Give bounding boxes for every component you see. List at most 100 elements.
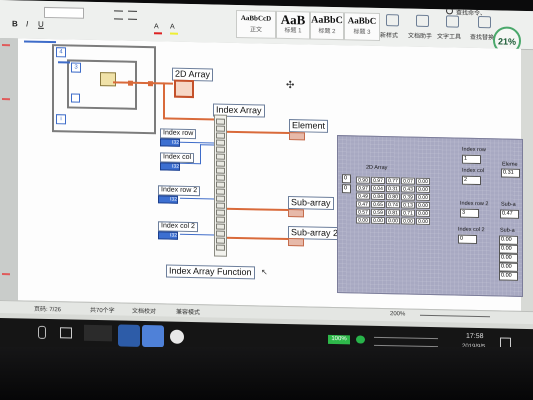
inner-loop-iteration — [71, 93, 80, 103]
fp-subarray-2-cell: 0.00 — [499, 253, 518, 263]
array-cell[interactable]: 0.80 — [386, 193, 400, 201]
microphone-icon[interactable] — [38, 325, 46, 339]
fp-2d-array-label: 2D Array — [366, 164, 388, 172]
fp-index-row-value[interactable]: 1 — [462, 154, 481, 165]
fp-index-row-2-value[interactable]: 3 — [460, 208, 479, 219]
index-col-2-control[interactable]: I32 — [158, 231, 178, 240]
index-array-slot — [216, 153, 225, 160]
array-cell[interactable]: 0.00 — [416, 201, 430, 210]
index-array-slot — [216, 160, 225, 167]
index-array-slot — [216, 202, 225, 209]
proofread-button[interactable]: 文档校对 — [132, 306, 156, 316]
index-array-slot — [216, 167, 225, 174]
fp-row-index[interactable]: 0 — [342, 174, 351, 184]
array-cell[interactable]: 0.00 — [371, 216, 385, 225]
array-cell[interactable]: 0.71 — [401, 209, 415, 217]
fp-array-grid[interactable]: 0.90 0.97 0.77 0.07 0.00 0.97 0.04 0.31 … — [356, 176, 430, 228]
index-array-slot — [216, 209, 225, 216]
array-cell[interactable]: 0.00 — [416, 217, 430, 226]
array-cell[interactable]: 0.47 — [356, 200, 370, 208]
index-array-slot — [216, 216, 225, 223]
index-row-2-control[interactable]: I32 — [158, 195, 178, 204]
page-info[interactable]: 页码: 7/26 — [34, 304, 61, 314]
fp-index-col-2-label: Index col 2 — [458, 226, 485, 234]
array-cell[interactable]: 0.90 — [356, 176, 370, 184]
fp-index-col-2-value[interactable]: 0 — [458, 234, 477, 244]
array-cell[interactable]: 0.77 — [386, 177, 400, 185]
array-cell[interactable]: 0.43 — [401, 185, 415, 193]
array-cell[interactable]: 0.74 — [386, 201, 400, 209]
index-col-label: Index col — [160, 152, 195, 164]
fp-subarray-label: Sub-a — [501, 201, 516, 208]
index-col-wire — [200, 144, 214, 146]
array-cell[interactable]: 0.81 — [386, 209, 400, 217]
sub-array-indicator[interactable] — [288, 209, 304, 218]
index-array-slot — [216, 188, 225, 195]
index-array-slot — [216, 132, 225, 139]
wechat-icon[interactable] — [356, 335, 365, 344]
index-array-slot — [216, 139, 225, 146]
array-cell[interactable]: 0.39 — [401, 193, 415, 201]
element-indicator[interactable] — [289, 132, 305, 141]
array-cell[interactable]: 0.97 — [371, 176, 385, 185]
fp-index-col-label: Index col — [462, 167, 485, 175]
fp-subarray-2-cell: 0.00 — [499, 235, 518, 245]
task-view-icon[interactable] — [60, 327, 72, 339]
zoom-slider[interactable] — [420, 314, 490, 318]
word-count[interactable]: 共70个字 — [90, 305, 115, 315]
index-array-slot — [216, 118, 225, 125]
array-cell[interactable]: 0.07 — [401, 177, 415, 185]
array-cell[interactable]: 0.31 — [386, 185, 400, 193]
array-cell[interactable]: 0.00 — [401, 217, 415, 225]
app-circle-icon — [170, 329, 184, 344]
element-wire — [225, 130, 289, 135]
search-bar[interactable] — [84, 324, 112, 342]
fp-index-col-value[interactable]: 2 — [462, 175, 481, 186]
wps-app-button[interactable] — [142, 324, 164, 348]
array-cell[interactable]: 0.00 — [416, 177, 430, 186]
array-cell[interactable]: 0.04 — [371, 184, 385, 193]
array-cell[interactable]: 0.00 — [416, 193, 430, 202]
outer-loop-count: 4 — [56, 47, 66, 58]
array-cell[interactable]: 0.84 — [371, 192, 385, 201]
array-cell[interactable]: 0.97 — [356, 184, 370, 192]
index-row-control[interactable]: I32 — [160, 138, 180, 147]
array-cell[interactable]: 0.00 — [386, 217, 400, 225]
blue-wire — [58, 61, 70, 64]
subarray-wire — [225, 207, 289, 212]
fp-col-index[interactable]: 0 — [342, 184, 351, 194]
battery-indicator[interactable]: 100% — [328, 334, 350, 345]
index-array-node[interactable] — [214, 114, 227, 257]
array-cell[interactable]: 0.00 — [416, 185, 430, 194]
2d-array-terminal[interactable] — [174, 79, 194, 99]
index-col-control[interactable]: I32 — [160, 162, 180, 171]
front-panel-window[interactable]: 2D Array 0 0 0.90 0.97 0.77 0.07 0.00 0.… — [337, 135, 523, 297]
random-number-icon[interactable] — [100, 72, 116, 87]
array-cell[interactable]: 0.00 — [416, 209, 430, 218]
zoom-level[interactable]: 200% — [390, 311, 405, 317]
index-array-slot — [216, 244, 225, 251]
sub-array-label: Sub-array — [288, 196, 334, 210]
app-button[interactable] — [166, 325, 188, 347]
array-cell[interactable]: 0.57 — [356, 208, 370, 216]
array-cell[interactable]: 0.49 — [356, 192, 370, 200]
index-array-slot — [216, 174, 225, 181]
clock-time[interactable]: 17:58 — [466, 333, 484, 340]
sub-array-2-indicator[interactable] — [288, 238, 304, 247]
array-cell[interactable]: 0.59 — [371, 208, 385, 217]
array-cell[interactable]: 0.00 — [356, 216, 370, 224]
compat-mode: 兼容模式 — [176, 309, 201, 317]
index-array-slot — [216, 230, 225, 237]
tray-icons[interactable] — [374, 336, 438, 348]
index-array-slot — [216, 146, 225, 153]
index-array-slot — [216, 125, 225, 132]
index-array-slot — [216, 237, 225, 244]
array-wire — [163, 117, 216, 121]
array-cell[interactable]: 0.13 — [401, 201, 415, 209]
cursor-icon: ✣ — [286, 79, 295, 92]
edge-browser-button[interactable] — [118, 324, 140, 347]
inner-loop-count: 3 — [71, 62, 81, 73]
index-array-slot — [216, 223, 225, 230]
index-array-slot — [216, 195, 225, 202]
array-cell[interactable]: 0.65 — [371, 200, 385, 209]
